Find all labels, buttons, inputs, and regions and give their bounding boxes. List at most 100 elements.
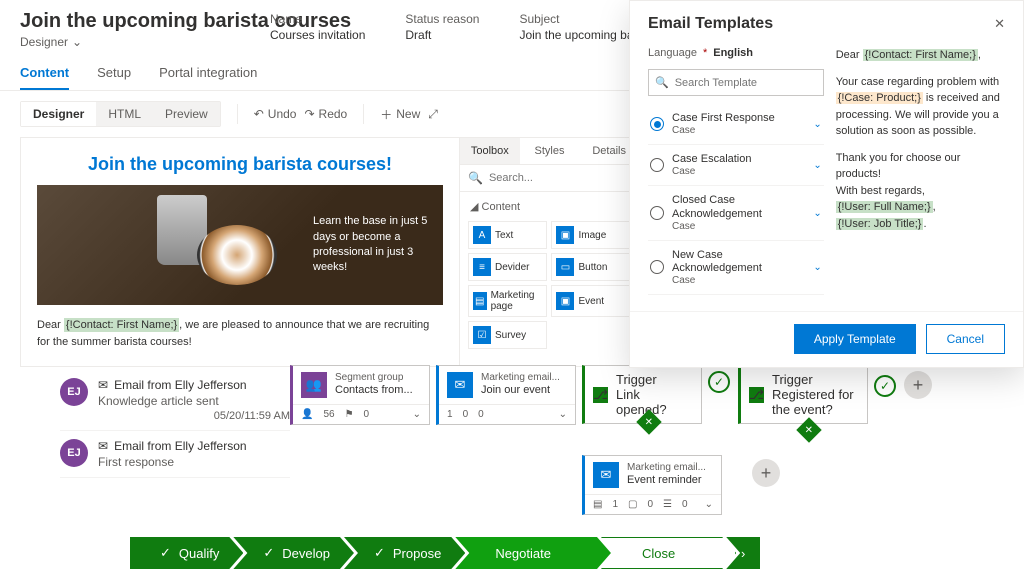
chevron-down-icon[interactable]: ⌄ bbox=[813, 208, 821, 219]
flag-icon: ⚑ bbox=[345, 409, 354, 420]
journey-email-card[interactable]: ✉ Marketing email...Join our event 100⌄ bbox=[436, 365, 576, 425]
toolbox-item-image[interactable]: ▣Image bbox=[551, 221, 630, 249]
avatar: EJ bbox=[60, 378, 88, 406]
toolbox-item-button[interactable]: ▭Button bbox=[551, 253, 630, 281]
cancel-button[interactable]: Cancel bbox=[926, 324, 1005, 354]
chevron-down-icon: ⌄ bbox=[72, 35, 82, 49]
template-search[interactable]: 🔍 bbox=[648, 69, 824, 96]
undo-button[interactable]: ↶Undo bbox=[254, 107, 297, 121]
chevron-down-icon[interactable]: ⌄ bbox=[705, 499, 713, 510]
modal-title: Email Templates bbox=[648, 15, 773, 33]
toolbox-section-content[interactable]: ◢ Content bbox=[460, 192, 639, 221]
search-icon: 🔍 bbox=[468, 171, 483, 185]
toolbox-search-input[interactable] bbox=[489, 172, 631, 184]
template-search-input[interactable] bbox=[675, 77, 817, 89]
email-templates-modal: Email Templates ✕ Language * English 🔍 C… bbox=[629, 0, 1024, 368]
journey-email-card[interactable]: ✉ Marketing email...Event reminder ▤1▢0☰… bbox=[582, 455, 722, 515]
chevron-down-icon[interactable]: ⌄ bbox=[813, 160, 821, 171]
canvas-title: Join the upcoming barista courses! bbox=[37, 154, 443, 175]
language-label: Language bbox=[648, 47, 697, 59]
view-designer[interactable]: Designer bbox=[21, 102, 96, 126]
language-select[interactable]: English bbox=[713, 47, 753, 59]
email-canvas[interactable]: Join the upcoming barista courses! Learn… bbox=[20, 137, 460, 367]
chevron-down-icon[interactable]: ⌄ bbox=[813, 119, 821, 130]
text-icon: A bbox=[473, 226, 491, 244]
search-icon: 🔍 bbox=[655, 76, 669, 89]
chevron-down-icon[interactable]: ⌄ bbox=[813, 262, 821, 273]
trigger-icon: ⎇ bbox=[749, 387, 764, 403]
canvas-body: Dear {!Contact: First Name;}, we are ple… bbox=[37, 317, 443, 350]
check-icon: ✓ bbox=[374, 545, 385, 561]
chevron-down-icon[interactable]: ⌄ bbox=[413, 409, 421, 420]
toolbox-search[interactable]: 🔍 bbox=[460, 165, 639, 192]
stage-develop[interactable]: ✓Develop bbox=[233, 537, 354, 569]
toolbox-tab-styles[interactable]: Styles bbox=[520, 138, 580, 164]
check-icon: ✓ bbox=[708, 371, 730, 393]
chevron-down-icon[interactable]: ⌄ bbox=[559, 409, 567, 420]
event-icon: ▣ bbox=[556, 292, 574, 310]
stage-qualify[interactable]: ✓Qualify bbox=[130, 537, 243, 569]
template-item[interactable]: Case EscalationCase ⌄ bbox=[648, 145, 824, 186]
expand-button[interactable]: ⤢ bbox=[428, 107, 438, 122]
timeline-item[interactable]: EJ ✉Email from Elly Jefferson Knowledge … bbox=[60, 370, 290, 431]
check-icon: ✓ bbox=[874, 375, 896, 397]
journey-trigger-card[interactable]: ⎇ TriggerRegistered for the event? bbox=[738, 365, 868, 424]
redo-icon: ↷ bbox=[304, 107, 314, 121]
toolbox-tab-toolbox[interactable]: Toolbox bbox=[460, 138, 520, 164]
radio-icon[interactable] bbox=[650, 117, 664, 131]
redo-button[interactable]: ↷Redo bbox=[304, 107, 347, 121]
plus-icon: ＋ bbox=[380, 106, 392, 123]
toolbox-item-divider[interactable]: ≡Devider bbox=[468, 253, 547, 281]
merge-token: {!Contact: First Name;} bbox=[64, 318, 179, 332]
apply-template-button[interactable]: Apply Template bbox=[794, 324, 916, 354]
tab-portal[interactable]: Portal integration bbox=[159, 65, 257, 90]
meta-status: Status reason Draft bbox=[405, 12, 479, 42]
image-icon: ▣ bbox=[556, 226, 574, 244]
template-item[interactable]: Closed Case AcknowledgementCase ⌄ bbox=[648, 186, 824, 240]
chevron-right-icon: › bbox=[741, 546, 745, 561]
meta-name: Name Courses invitation bbox=[270, 12, 365, 42]
segment-icon: 👥 bbox=[301, 372, 327, 398]
timeline-item[interactable]: EJ ✉Email from Elly Jefferson First resp… bbox=[60, 431, 290, 478]
close-icon: ✕ bbox=[994, 16, 1005, 31]
process-bar: ✓Qualify ✓Develop ✓Propose Negotiate Clo… bbox=[130, 537, 760, 569]
template-item[interactable]: Case First ResponseCase ⌄ bbox=[648, 104, 824, 145]
journey-segment-card[interactable]: 👥 Segment groupContacts from... 👤56⚑0⌄ bbox=[290, 365, 430, 425]
toolbox-item-survey[interactable]: ☑Survey bbox=[468, 321, 547, 349]
template-preview: Dear {!Contact: First Name;}, Your case … bbox=[836, 47, 1005, 297]
tab-content[interactable]: Content bbox=[20, 65, 69, 90]
view-preview[interactable]: Preview bbox=[153, 102, 220, 126]
mail-icon: ✉ bbox=[98, 439, 108, 453]
mail-icon: ✉ bbox=[593, 462, 619, 488]
add-step-button[interactable]: + bbox=[752, 459, 780, 487]
people-icon: 👤 bbox=[301, 409, 313, 420]
survey-icon: ☑ bbox=[473, 326, 491, 344]
radio-icon[interactable] bbox=[650, 260, 664, 274]
trigger-icon: ⎇ bbox=[593, 387, 608, 403]
view-html[interactable]: HTML bbox=[96, 102, 153, 126]
check-icon: ✓ bbox=[263, 545, 274, 561]
tab-setup[interactable]: Setup bbox=[97, 65, 131, 90]
close-button[interactable]: ✕ bbox=[994, 16, 1005, 32]
toolbox-item-text[interactable]: AText bbox=[468, 221, 547, 249]
mail-icon: ✉ bbox=[447, 372, 473, 398]
stage-close[interactable]: Close bbox=[601, 537, 736, 569]
expand-icon: ⤢ bbox=[428, 107, 438, 122]
toolbox-item-event[interactable]: ▣Event bbox=[551, 285, 630, 317]
undo-icon: ↶ bbox=[254, 107, 264, 121]
radio-icon[interactable] bbox=[650, 158, 664, 172]
canvas-hero-image: Learn the base in just 5 days or become … bbox=[37, 185, 443, 305]
divider-icon: ≡ bbox=[473, 258, 491, 276]
mail-icon: ✉ bbox=[98, 378, 108, 392]
page-icon: ▤ bbox=[473, 292, 487, 310]
add-step-button[interactable]: + bbox=[904, 371, 932, 399]
toolbox-item-marketing[interactable]: ▤Marketing page bbox=[468, 285, 547, 317]
radio-icon[interactable] bbox=[650, 206, 664, 220]
check-icon: ✓ bbox=[160, 545, 171, 561]
stage-negotiate[interactable]: Negotiate bbox=[455, 537, 611, 569]
button-icon: ▭ bbox=[556, 258, 574, 276]
stage-propose[interactable]: ✓Propose bbox=[344, 537, 465, 569]
template-item[interactable]: New Case AcknowledgementCase ⌄ bbox=[648, 241, 824, 295]
avatar: EJ bbox=[60, 439, 88, 467]
new-button[interactable]: ＋New bbox=[380, 106, 420, 123]
